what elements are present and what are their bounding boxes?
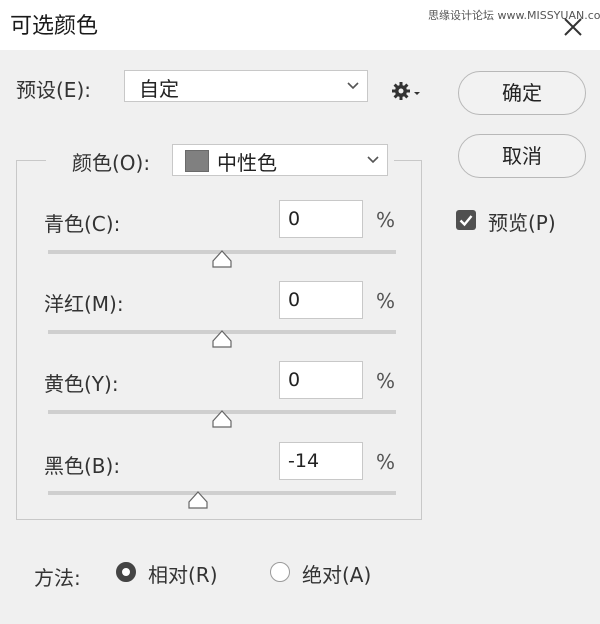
black-slider-track[interactable] (48, 491, 396, 495)
cyan-percent-label: % (376, 208, 396, 232)
checkmark-icon (459, 215, 473, 227)
relative-radio-label: 相对(R) (148, 563, 218, 587)
magenta-input[interactable]: 0 (279, 281, 363, 319)
close-button[interactable] (562, 16, 584, 38)
method-label: 方法: (34, 566, 81, 590)
preview-checkbox[interactable] (456, 210, 476, 230)
preset-options-button[interactable] (390, 80, 424, 102)
relative-radio[interactable] (116, 562, 136, 582)
magenta-percent-label: % (376, 289, 396, 313)
chevron-down-icon (347, 82, 359, 90)
colors-select[interactable]: 中性色 (172, 144, 388, 176)
title-bar: 可选颜色 思缘设计论坛 www.MISSYUAN.com (0, 0, 600, 50)
yellow-input[interactable]: 0 (279, 361, 363, 399)
colors-value: 中性色 (217, 151, 277, 175)
magenta-label: 洋红(M): (44, 292, 124, 316)
absolute-radio-label: 绝对(A) (302, 563, 372, 587)
dialog-title: 可选颜色 (10, 14, 99, 39)
cyan-slider-thumb[interactable] (211, 250, 233, 268)
absolute-radio[interactable] (270, 562, 290, 582)
yellow-label: 黄色(Y): (44, 372, 119, 396)
colors-label: 颜色(O): (72, 151, 151, 175)
yellow-slider-thumb[interactable] (211, 410, 233, 428)
preset-label: 预设(E): (16, 78, 91, 102)
gear-icon (392, 82, 420, 100)
preset-value: 自定 (139, 77, 179, 101)
cyan-input[interactable]: 0 (279, 200, 363, 238)
cyan-label: 青色(C): (44, 212, 121, 236)
chevron-down-icon (367, 156, 379, 164)
black-input[interactable]: -14 (279, 442, 363, 480)
black-label: 黑色(B): (44, 454, 121, 478)
magenta-slider-thumb[interactable] (211, 330, 233, 348)
close-icon (564, 18, 582, 36)
color-swatch (185, 150, 209, 172)
preview-label: 预览(P) (488, 211, 556, 235)
cancel-button[interactable]: 取消 (458, 134, 586, 178)
black-percent-label: % (376, 450, 396, 474)
black-slider-thumb[interactable] (187, 491, 209, 509)
ok-button[interactable]: 确定 (458, 71, 586, 115)
preset-select[interactable]: 自定 (124, 70, 368, 102)
yellow-percent-label: % (376, 369, 396, 393)
